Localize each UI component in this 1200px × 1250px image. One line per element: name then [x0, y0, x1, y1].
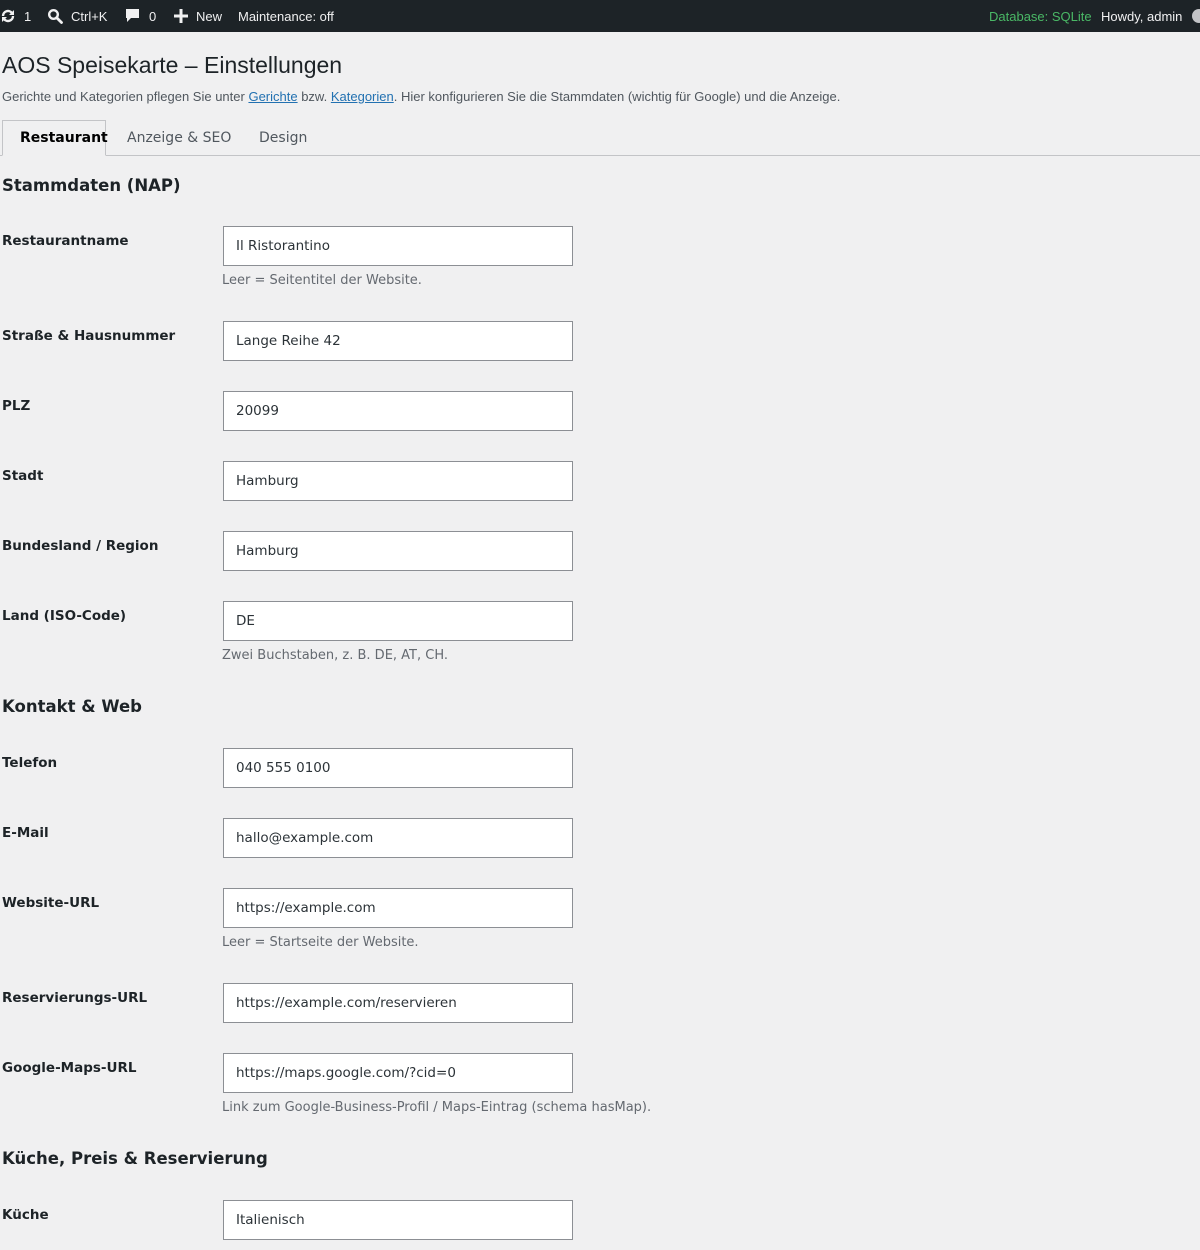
label-maps-url: Google-Maps-URL: [2, 1060, 137, 1076]
country-desc: Zwei Buchstaben, z. B. DE, AT, CH.: [222, 648, 449, 663]
tab-restaurant[interactable]: Restaurant: [2, 120, 108, 156]
label-website: Website-URL: [2, 895, 100, 911]
new-content-item[interactable]: New: [174, 0, 222, 32]
cuisine-input[interactable]: [223, 1200, 573, 1240]
categories-link[interactable]: Kategorien: [331, 89, 394, 104]
section-title-nap: Stammdaten (NAP): [2, 176, 181, 195]
zip-input[interactable]: [223, 391, 573, 431]
label-restaurant-name: Restaurantname: [2, 233, 129, 249]
city-input[interactable]: [223, 461, 573, 501]
comments-item[interactable]: 0: [125, 0, 156, 32]
phone-input[interactable]: [223, 748, 573, 788]
search-icon: [47, 8, 63, 24]
admin-bar: 1 Ctrl+K 0 New Maintenance: off Database…: [0, 0, 1200, 32]
label-street: Straße & Hausnummer: [2, 328, 176, 344]
avatar[interactable]: [1192, 9, 1200, 23]
updates-count: 1: [24, 8, 32, 24]
reservation-url-input[interactable]: [223, 983, 573, 1023]
intro-text: Gerichte und Kategorien pflegen Sie unte…: [2, 89, 840, 104]
tab-display-seo[interactable]: Anzeige & SEO: [110, 120, 248, 156]
dishes-link[interactable]: Gerichte: [248, 89, 297, 104]
restaurant-name-input[interactable]: [223, 226, 573, 266]
street-input[interactable]: [223, 321, 573, 361]
intro-before: Gerichte und Kategorien pflegen Sie unte…: [2, 89, 249, 104]
website-desc: Leer = Startseite der Website.: [222, 935, 419, 950]
label-country: Land (ISO-Code): [2, 608, 127, 624]
maintenance-status: Maintenance: off: [238, 8, 334, 24]
plus-icon: [174, 9, 188, 23]
label-cuisine: Küche: [2, 1207, 49, 1223]
restaurant-name-desc: Leer = Seitentitel der Website.: [222, 273, 422, 288]
updates-item[interactable]: 1: [0, 0, 31, 32]
comment-icon: [125, 8, 140, 24]
database-item[interactable]: Database: SQLite: [989, 0, 1092, 32]
email-input[interactable]: [223, 818, 573, 858]
intro-after: . Hier konfigurieren Sie die Stammdaten …: [393, 89, 841, 104]
label-email: E-Mail: [2, 825, 49, 841]
howdy-text: Howdy, admin: [1101, 8, 1183, 24]
tab-design[interactable]: Design: [242, 120, 324, 156]
label-city: Stadt: [2, 468, 44, 484]
label-phone: Telefon: [2, 755, 58, 771]
search-shortcut: Ctrl+K: [71, 8, 108, 24]
country-input[interactable]: [223, 601, 573, 641]
comments-count: 0: [149, 8, 157, 24]
label-region: Bundesland / Region: [2, 538, 159, 554]
page-title: AOS Speisekarte – Einstellungen: [2, 52, 343, 78]
website-input[interactable]: [223, 888, 573, 928]
section-title-contact: Kontakt & Web: [2, 697, 142, 716]
account-item[interactable]: Howdy, admin: [1101, 0, 1200, 32]
maps-url-input[interactable]: [223, 1053, 573, 1093]
database-status: Database: SQLite: [989, 8, 1092, 24]
maintenance-item[interactable]: Maintenance: off: [238, 0, 334, 32]
intro-mid: bzw.: [297, 89, 331, 104]
refresh-icon: [0, 8, 16, 24]
maps-url-desc: Link zum Google-Business-Profil / Maps-E…: [222, 1100, 652, 1115]
section-title-cuisine: Küche, Preis & Reservierung: [2, 1149, 268, 1168]
label-zip: PLZ: [2, 398, 31, 414]
new-label: New: [196, 8, 223, 24]
search-item[interactable]: Ctrl+K: [47, 0, 107, 32]
label-reservation-url: Reservierungs-URL: [2, 990, 148, 1006]
region-input[interactable]: [223, 531, 573, 571]
